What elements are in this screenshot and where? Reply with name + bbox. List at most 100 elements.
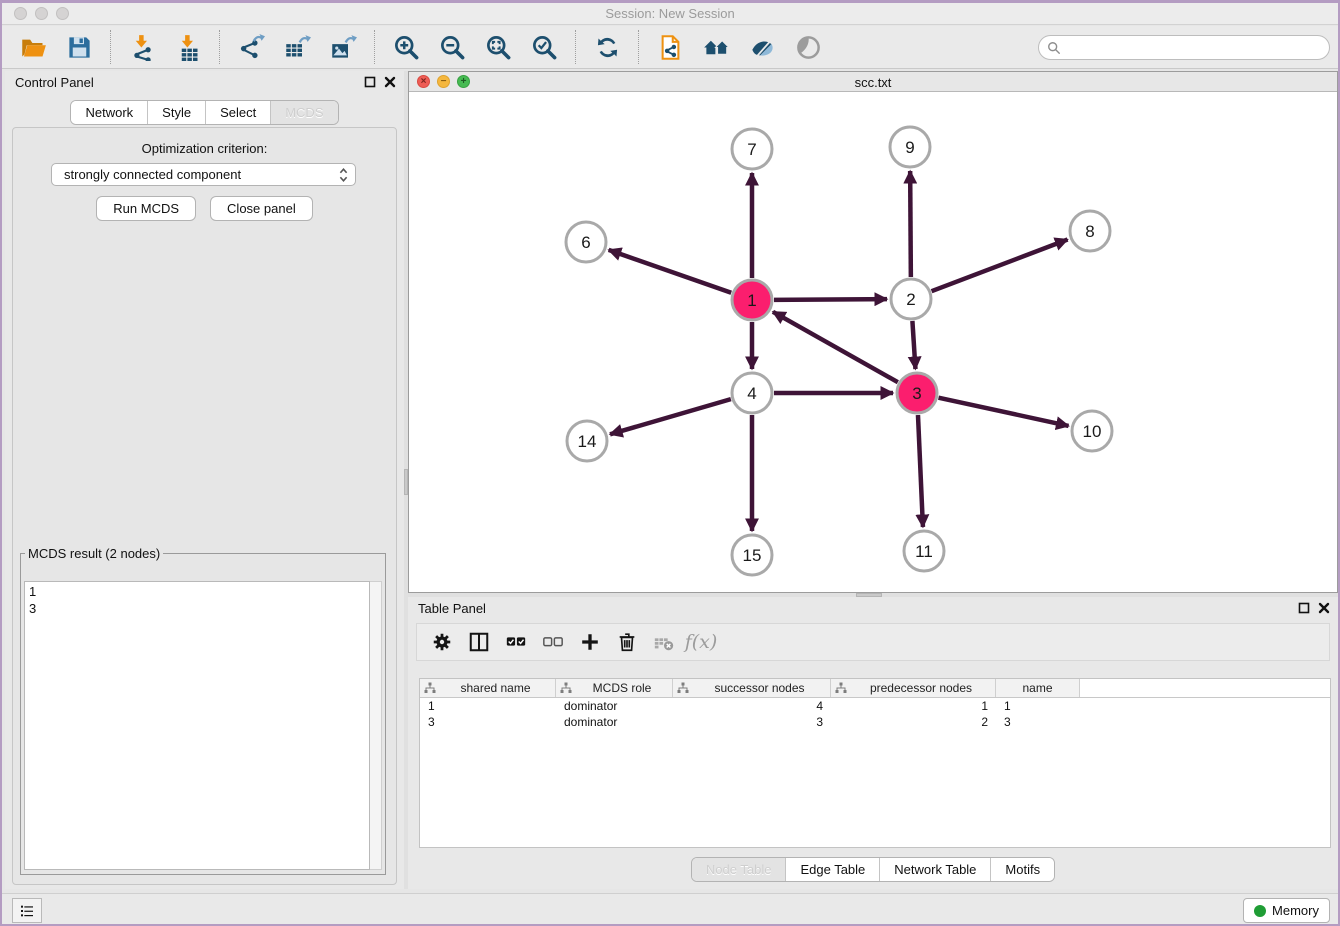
open-session-button[interactable]	[17, 31, 49, 63]
function-builder-button[interactable]: f(x)	[686, 627, 716, 657]
zoom-out-button[interactable]	[436, 31, 468, 63]
graph-node-label-7: 7	[747, 140, 756, 159]
column-type-icon	[835, 682, 847, 694]
column-header-successor-nodes[interactable]: successor nodes	[673, 679, 831, 697]
table-cell: 2	[831, 715, 996, 729]
table-cell: 3	[996, 715, 1080, 729]
tab-node-table[interactable]: Node Table	[692, 858, 787, 881]
graph-edge-3-11[interactable]	[918, 415, 923, 527]
optimization-criterion-label: Optimization criterion:	[13, 141, 396, 156]
table-row[interactable]: 3dominator323	[420, 714, 1330, 730]
column-header-mcds-role[interactable]: MCDS role	[556, 679, 673, 697]
tab-motifs[interactable]: Motifs	[991, 858, 1054, 881]
mcds-result-title: MCDS result (2 nodes)	[25, 546, 163, 561]
table-cell: dominator	[556, 699, 673, 713]
network-canvas-svg: 7968124314101511	[409, 92, 1337, 592]
graph-node-label-2: 2	[906, 290, 915, 309]
delete-column-button[interactable]	[612, 627, 642, 657]
column-header-predecessor-nodes[interactable]: predecessor nodes	[831, 679, 996, 697]
graph-edge-2-8[interactable]	[932, 240, 1068, 292]
memory-status-dot	[1254, 905, 1266, 917]
eye-disabled-icon	[795, 34, 822, 61]
export-network-button[interactable]	[235, 31, 267, 63]
create-column-button[interactable]	[575, 627, 605, 657]
zoom-fit-icon	[485, 34, 512, 61]
zoom-in-button[interactable]	[390, 31, 422, 63]
apply-layout-button[interactable]	[591, 31, 623, 63]
tab-mcds[interactable]: MCDS	[271, 101, 337, 124]
export-image-icon	[330, 34, 357, 61]
column-visibility-button[interactable]	[464, 627, 494, 657]
import-network-button[interactable]	[126, 31, 158, 63]
application-window: Session: New Session	[0, 0, 1340, 926]
table-row[interactable]: 1dominator411	[420, 698, 1330, 714]
hide-elements-button[interactable]	[746, 31, 778, 63]
fx-icon: f(x)	[685, 631, 718, 653]
column-type-icon	[560, 682, 572, 694]
network-window-titlebar: × − + scc.txt	[409, 72, 1337, 92]
search-input[interactable]	[1038, 35, 1330, 60]
graph-node-label-1: 1	[747, 291, 756, 310]
graph-edge-1-6[interactable]	[609, 250, 732, 293]
control-panel-header: Control Panel	[5, 71, 404, 95]
criterion-dropdown-value: strongly connected component	[64, 167, 338, 182]
mcds-result-scrollbar[interactable]	[370, 581, 382, 870]
graph-edge-2-9[interactable]	[910, 171, 911, 277]
graph-edge-1-2[interactable]	[774, 299, 887, 300]
save-icon	[66, 34, 93, 61]
deselect-all-button[interactable]	[538, 627, 568, 657]
float-panel-icon[interactable]	[1298, 602, 1310, 614]
import-network-icon	[129, 34, 156, 61]
memory-button[interactable]: Memory	[1243, 898, 1330, 923]
graph-edge-3-1[interactable]	[773, 312, 898, 382]
tab-select[interactable]: Select	[206, 101, 271, 124]
zoom-selected-button[interactable]	[528, 31, 560, 63]
graph-node-label-8: 8	[1085, 222, 1094, 241]
graph-node-label-6: 6	[581, 233, 590, 252]
mcds-result-text[interactable]: 1 3	[24, 581, 370, 870]
tab-network-table[interactable]: Network Table	[880, 858, 991, 881]
export-image-button[interactable]	[327, 31, 359, 63]
float-panel-icon[interactable]	[364, 76, 376, 88]
table-header-row: shared name MCDS role successor nodes pr…	[420, 679, 1330, 698]
close-panel-icon[interactable]	[384, 76, 396, 88]
import-table-button[interactable]	[172, 31, 204, 63]
import-table-icon	[175, 34, 202, 61]
criterion-dropdown[interactable]: strongly connected component	[51, 163, 356, 186]
window-title: Session: New Session	[2, 6, 1338, 21]
toolbar-separator	[219, 30, 220, 64]
select-all-button[interactable]	[501, 627, 531, 657]
close-panel-button[interactable]: Close panel	[210, 196, 313, 221]
delete-table-button[interactable]	[649, 627, 679, 657]
graph-edge-2-3[interactable]	[912, 321, 915, 369]
zoom-out-icon	[439, 34, 466, 61]
columns-icon	[468, 631, 490, 653]
column-header-shared-name[interactable]: shared name	[420, 679, 556, 697]
show-elements-button[interactable]	[792, 31, 824, 63]
toolbar-separator	[374, 30, 375, 64]
network-canvas[interactable]: 7968124314101511	[409, 92, 1337, 592]
column-header-name[interactable]: name	[996, 679, 1080, 697]
tab-style[interactable]: Style	[148, 101, 206, 124]
table-settings-button[interactable]	[427, 627, 457, 657]
zoom-fit-button[interactable]	[482, 31, 514, 63]
column-type-icon	[677, 682, 689, 694]
tab-edge-table[interactable]: Edge Table	[786, 858, 880, 881]
main-toolbar	[2, 26, 1338, 69]
run-mcds-button[interactable]: Run MCDS	[96, 196, 196, 221]
graph-node-label-11: 11	[915, 542, 933, 561]
mcds-result-fieldset: MCDS result (2 nodes) 1 3	[20, 546, 386, 875]
graph-edge-4-14[interactable]	[610, 399, 731, 434]
show-log-button[interactable]	[12, 898, 42, 923]
graph-edge-3-10[interactable]	[938, 398, 1068, 426]
zoom-in-icon	[393, 34, 420, 61]
node-table: shared name MCDS role successor nodes pr…	[419, 678, 1331, 848]
clone-network-button[interactable]	[654, 31, 686, 63]
table-cell: 3	[673, 715, 831, 729]
first-neighbors-button[interactable]	[700, 31, 732, 63]
close-panel-icon[interactable]	[1318, 602, 1330, 614]
table-tabs: Node Table Edge Table Network Table Moti…	[408, 857, 1338, 882]
tab-network[interactable]: Network	[71, 101, 148, 124]
export-table-button[interactable]	[281, 31, 313, 63]
save-session-button[interactable]	[63, 31, 95, 63]
